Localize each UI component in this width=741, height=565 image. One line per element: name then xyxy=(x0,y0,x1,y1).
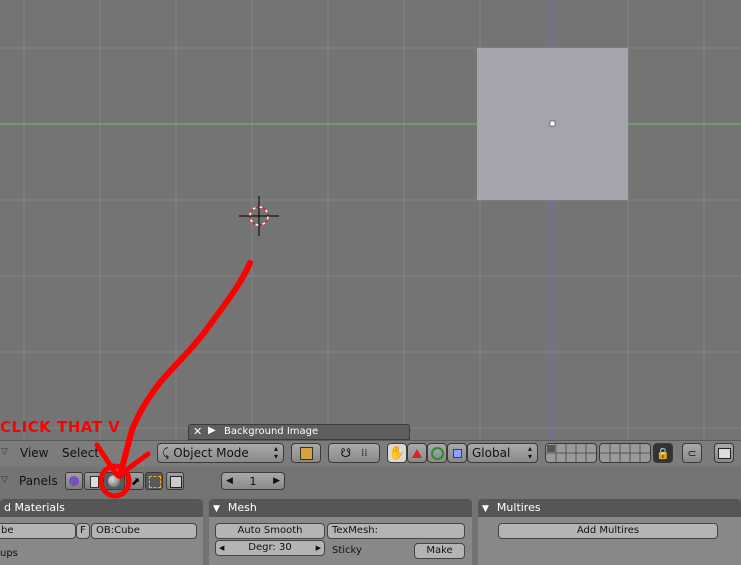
scale-manipulator[interactable] xyxy=(447,443,467,463)
rotate-manipulator[interactable] xyxy=(427,443,447,463)
degree-value: Degr: 30 xyxy=(248,542,292,553)
lock-icon: 🔒 xyxy=(656,446,670,460)
chevron-right-icon: ▶ xyxy=(315,544,321,552)
add-multires-button[interactable]: Add Multires xyxy=(498,523,718,539)
mesh-panel: ▼ Mesh Auto Smooth ◀ Degr: 30 ▶ TexMesh: … xyxy=(209,499,472,565)
dots-icon: ⁞⁞ xyxy=(361,447,368,459)
updown-arrows-icon: ▴ ▾ xyxy=(527,444,532,461)
logic-context-button[interactable] xyxy=(65,472,83,490)
mode-icon: ⤹ xyxy=(162,445,170,460)
script-context-button[interactable] xyxy=(84,472,102,490)
translate-manipulator[interactable] xyxy=(407,443,427,463)
layers-grid-icon xyxy=(600,444,650,462)
3d-cursor xyxy=(239,196,279,236)
sticky-label: Sticky xyxy=(332,545,362,556)
materials-panel-title: d Materials xyxy=(0,499,203,517)
draw-type-button[interactable] xyxy=(291,443,321,463)
triangle-icon xyxy=(412,448,422,458)
object-mode-select[interactable]: ⤹ Object Mode ▴ ▾ xyxy=(157,443,284,463)
object-context-button[interactable]: ⬈ xyxy=(126,472,144,490)
scene-image-icon xyxy=(170,476,182,488)
multires-panel-title: ▼ Multires xyxy=(478,499,741,517)
orientation-select[interactable]: Global ▴ ▾ xyxy=(467,443,538,463)
mode-label: Object Mode xyxy=(173,446,249,460)
select-menu[interactable]: Select xyxy=(62,446,99,460)
mesh-panel-title: ▼ Mesh xyxy=(209,499,472,517)
bg-image-label: Background Image xyxy=(224,426,319,437)
make-sticky-button[interactable]: Make xyxy=(414,543,465,559)
object-icon: ⬈ xyxy=(131,475,141,488)
degree-field[interactable]: ◀ Degr: 30 ▶ xyxy=(215,540,325,556)
panels-menu[interactable]: Panels xyxy=(19,474,58,488)
layers-grid-icon xyxy=(546,444,596,462)
updown-arrows-icon: ▴ ▾ xyxy=(273,444,278,461)
layer-buttons-1[interactable] xyxy=(545,443,597,463)
image-icon xyxy=(717,447,731,459)
fake-user-toggle[interactable]: F xyxy=(76,523,90,539)
mesh-name-field[interactable]: be xyxy=(0,523,76,539)
script-icon xyxy=(90,476,99,488)
chevron-left-icon: ◀ xyxy=(226,476,233,486)
object-name-field[interactable]: OB:Cube xyxy=(91,523,197,539)
frame-number-field[interactable]: ◀ 1 ▶ xyxy=(221,472,285,490)
collapse-triangle-icon: ▼ xyxy=(482,504,489,514)
annotation-text: CLICK THAT V xyxy=(0,418,121,436)
cube-shading-icon xyxy=(299,446,313,460)
chevron-left-icon: ◀ xyxy=(219,544,225,552)
square-icon xyxy=(452,448,462,458)
sphere-icon xyxy=(108,475,120,487)
editing-context-button[interactable] xyxy=(145,472,163,490)
expand-icon[interactable]: ▶ xyxy=(208,425,216,436)
frame-number: 1 xyxy=(249,474,257,488)
orientation-label: Global xyxy=(472,446,511,460)
object-origin xyxy=(549,120,556,127)
edit-square-icon xyxy=(149,476,161,488)
snap-button[interactable]: ⊂ xyxy=(682,443,702,463)
multires-panel: ▼ Multires Add Multires xyxy=(478,499,741,565)
render-preview-button[interactable] xyxy=(714,443,734,463)
layer-buttons-2[interactable] xyxy=(599,443,651,463)
chevron-right-icon: ▶ xyxy=(273,476,280,486)
manipulator-toggle[interactable]: ✋ xyxy=(387,443,407,463)
bg-image-strip[interactable]: ✕ ▶ Background Image xyxy=(188,424,410,440)
3d-viewport[interactable]: ✕ ▶ Background Image xyxy=(0,0,741,440)
scene-context-button[interactable] xyxy=(166,472,184,490)
buttons-collapse-icon[interactable]: ▽ xyxy=(1,475,8,485)
header-collapse-icon[interactable]: ▽ xyxy=(1,447,8,457)
view-menu[interactable]: View xyxy=(20,446,48,460)
shading-context-button[interactable] xyxy=(103,472,125,490)
auto-smooth-toggle[interactable]: Auto Smooth xyxy=(215,523,325,539)
logic-icon xyxy=(69,476,79,486)
vertex-groups-label: ups xyxy=(0,548,18,559)
multires-title-text: Multires xyxy=(496,501,541,514)
pivot-button[interactable]: ☋ ⁞⁞ xyxy=(328,443,380,463)
link-materials-panel: d Materials be F OB:Cube ups xyxy=(0,499,203,565)
pivot-icon: ☋ xyxy=(340,446,352,460)
viewport-grid xyxy=(0,0,741,440)
magnet-icon: ⊂ xyxy=(687,446,697,460)
mesh-title-text: Mesh xyxy=(227,501,257,514)
lock-layers-button[interactable]: 🔒 xyxy=(653,443,673,463)
hand-icon: ✋ xyxy=(388,445,406,461)
collapse-triangle-icon: ▼ xyxy=(213,504,220,514)
close-icon[interactable]: ✕ xyxy=(193,425,202,438)
texmesh-field[interactable]: TexMesh: xyxy=(327,523,465,539)
circle-icon xyxy=(430,446,444,460)
